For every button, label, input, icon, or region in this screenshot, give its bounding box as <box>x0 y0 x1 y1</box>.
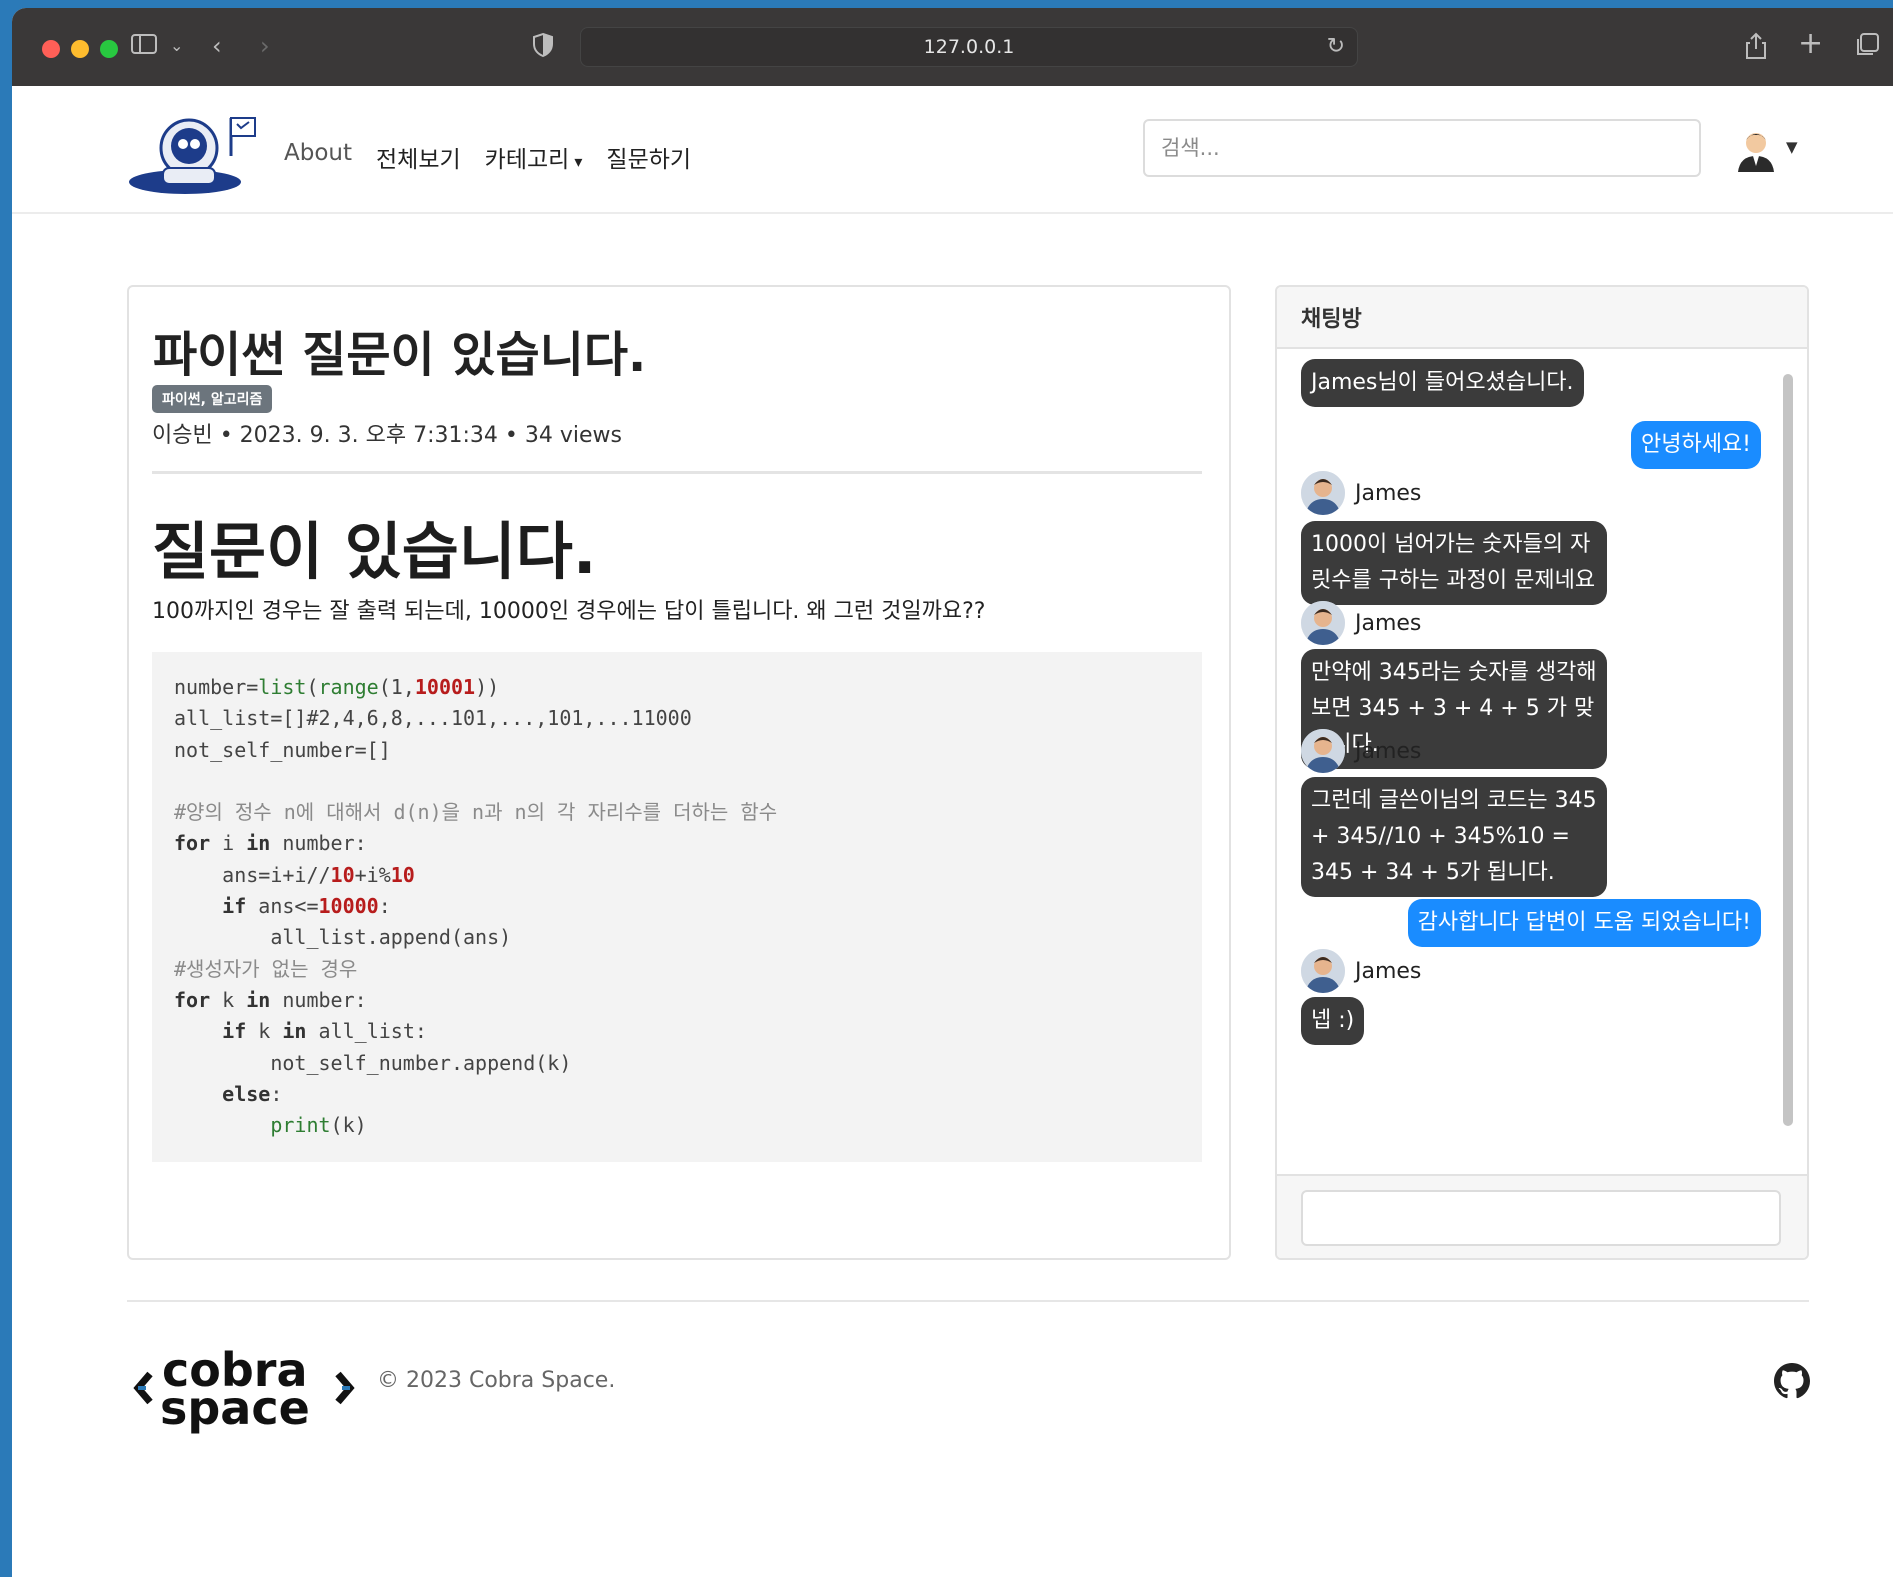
code-line: not_self_number.append(k) <box>174 1050 572 1075</box>
code-line: for k in number: <box>174 987 367 1012</box>
code-line: else: <box>222 1081 283 1106</box>
code-line: not_self_number=[] <box>174 737 391 762</box>
post-meta: 이승빈 • 2023. 9. 3. 오후 7:31:34 • 34 views <box>152 423 622 448</box>
post-title: 파이썬 질문이 있습니다. <box>153 327 647 383</box>
back-icon[interactable]: ‹ <box>212 32 222 60</box>
footer-divider <box>127 1300 1809 1302</box>
category-badge[interactable]: 파이썬, 알고리즘 <box>152 385 273 413</box>
url-text: 127.0.0.1 <box>923 36 1015 58</box>
code-line: if ans<=10000: <box>222 894 391 919</box>
chat-input[interactable] <box>1301 1190 1781 1246</box>
cobra-space-logo-icon[interactable]: cobra space <box>132 1338 362 1438</box>
post-heading: 질문이 있습니다. <box>152 515 597 588</box>
code-block: number=list(range(1,10001)) all_list=[]#2… <box>152 652 1202 1162</box>
chat-scrollbar[interactable] <box>1783 374 1793 1126</box>
address-bar[interactable]: 127.0.0.1 ↻ <box>580 27 1358 67</box>
nav-link-about[interactable]: About <box>284 140 352 174</box>
sidebar-icon[interactable] <box>130 32 158 62</box>
code-line: ans=i+i//10+i%10 <box>174 862 415 887</box>
code-line: #생성자가 없는 경우 <box>174 956 358 981</box>
minimize-window-button[interactable] <box>71 40 89 58</box>
nav-link-all[interactable]: 전체보기 <box>376 140 461 174</box>
new-tab-icon[interactable]: + <box>1798 26 1823 61</box>
code-line: print(k) <box>270 1113 367 1138</box>
copyright-text: © 2023 Cobra Space. <box>377 1368 616 1393</box>
main-nav: About 전체보기 카테고리 질문하기 <box>284 140 691 174</box>
window-controls <box>42 40 118 58</box>
user-avatar[interactable] <box>1734 128 1778 172</box>
sender-name: James <box>1355 480 1422 506</box>
code-line: number=list(range(1,10001)) <box>174 675 500 699</box>
chat-message-sent: 안녕하세요! <box>1630 421 1761 469</box>
chat-messages[interactable]: James님이 들어오셨습니다. 안녕하세요! James 1000이 넘어가는 숫자… <box>1277 349 1807 1174</box>
nav-link-category[interactable]: 카테고리 <box>485 140 583 174</box>
code-line: all_list.append(ans) <box>174 925 512 950</box>
chat-system-message: James님이 들어오셨습니다. <box>1301 359 1584 407</box>
tabs-overview-icon[interactable] <box>1854 32 1880 64</box>
chat-input-area <box>1277 1174 1807 1258</box>
github-icon[interactable] <box>1774 1363 1810 1399</box>
code-line: #양의 정수 n에 대해서 d(n)을 n과 n의 각 자리수를 더하는 함수 <box>174 800 778 825</box>
close-window-button[interactable] <box>42 40 60 58</box>
svg-text:space: space <box>160 1381 310 1435</box>
code-line: for i in number: <box>174 831 367 856</box>
sender-name: James <box>1355 610 1422 636</box>
code-line: all_list=[]#2,4,6,8,...101,...,101,...11… <box>174 706 692 731</box>
zoom-window-button[interactable] <box>100 40 118 58</box>
user-menu-caret-icon[interactable]: ▼ <box>1786 138 1798 156</box>
chevron-down-icon[interactable]: ⌄ <box>170 36 183 55</box>
chat-title: 채팅방 <box>1277 287 1807 349</box>
browser-window: ⌄ ‹ › 127.0.0.1 ↻ + About 전체보기 카테고리 ▾ 질문… <box>12 8 1893 1577</box>
forward-icon[interactable]: › <box>260 32 270 60</box>
chat-message-received: 그런데 글쓴이님의 코드는 345 + 345//10 + 345%10 = 3… <box>1301 777 1607 897</box>
code-line: if k in all_list: <box>222 1019 427 1044</box>
reload-icon[interactable]: ↻ <box>1327 34 1345 59</box>
sender-avatar <box>1301 601 1345 645</box>
sender-avatar <box>1301 729 1345 773</box>
chat-sender: James <box>1301 601 1421 645</box>
sender-name: James <box>1355 738 1422 764</box>
chat-sender: James <box>1301 949 1421 993</box>
site-logo-icon[interactable] <box>127 110 263 200</box>
post-body-text: 100까지인 경우는 잘 출력 되는데, 10000인 경우에는 답이 틀립니다… <box>152 599 986 624</box>
chat-panel: 채팅방 James님이 들어오셨습니다. 안녕하세요! James 1000이 넘어가… <box>1275 285 1809 1260</box>
chat-message-received: 1000이 넘어가는 숫자들의 자릿수를 구하는 과정이 문제네요 <box>1301 521 1607 605</box>
divider <box>152 471 1202 474</box>
nav-link-ask[interactable]: 질문하기 <box>606 140 691 174</box>
chat-message-received: 넵 :) <box>1301 997 1365 1045</box>
chat-sender: James <box>1301 471 1421 515</box>
post-card: 파이썬 질문이 있습니다. 파이썬, 알고리즘 이승빈 • 2023. 9. 3… <box>127 285 1231 1260</box>
chat-sender: James <box>1301 729 1421 773</box>
chat-message-sent: 감사합니다 답변이 도움 되었습니다! <box>1407 899 1761 947</box>
share-icon[interactable] <box>1744 32 1768 66</box>
browser-toolbar: ⌄ ‹ › 127.0.0.1 ↻ + <box>12 8 1893 86</box>
search-input[interactable] <box>1143 119 1701 177</box>
sender-avatar <box>1301 471 1345 515</box>
sender-avatar <box>1301 949 1345 993</box>
sender-name: James <box>1355 958 1422 984</box>
shield-icon[interactable] <box>532 32 554 64</box>
